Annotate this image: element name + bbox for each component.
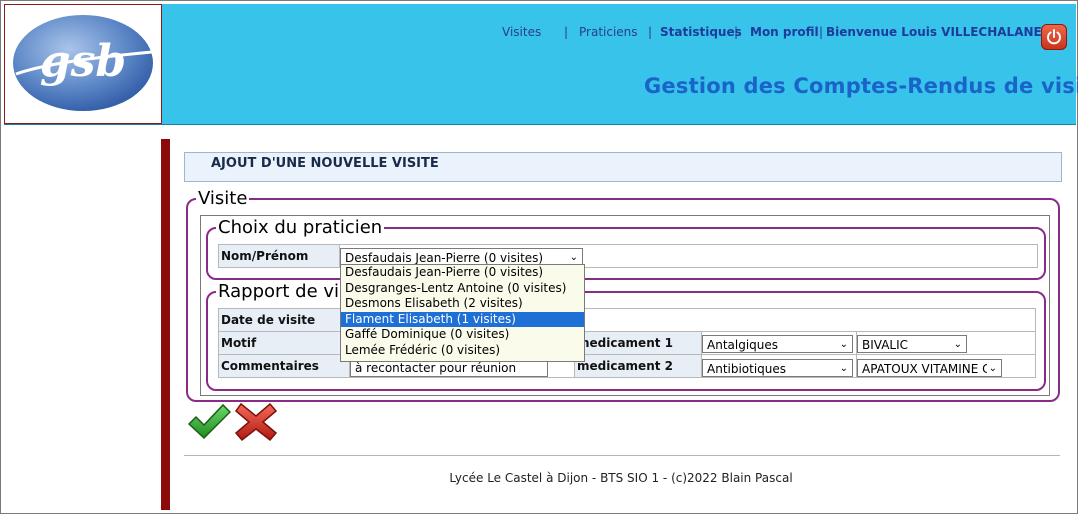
nav-separator: |	[564, 25, 569, 39]
nav-visites[interactable]: Visites	[502, 25, 541, 39]
chevron-down-icon: ⌄	[839, 363, 848, 374]
nav-mon-profil[interactable]: Mon profil	[750, 25, 819, 39]
med2-produit-value: APATOUX VITAMINE C	[862, 362, 991, 376]
praticien-option-highlighted[interactable]: Flament Elisabeth (1 visites)	[341, 311, 584, 328]
praticien-dropdown-list: Desfaudais Jean-Pierre (0 visites) Desgr…	[340, 264, 585, 362]
praticien-option[interactable]: Desgranges-Lentz Antoine (0 visites)	[341, 281, 584, 297]
praticien-option[interactable]: Lemée Frédéric (0 visites)	[341, 343, 584, 359]
left-accent-bar	[161, 139, 170, 510]
checkmark-icon[interactable]	[187, 402, 231, 442]
nav-separator: |	[648, 25, 653, 39]
praticien-option[interactable]: Gaffé Dominique (0 visites)	[341, 327, 584, 343]
med2-produit-select[interactable]: APATOUX VITAMINE C ⌄	[857, 359, 1002, 377]
nav-praticiens[interactable]: Praticiens	[579, 25, 638, 39]
divider	[184, 455, 1060, 456]
commentaires-value: à recontacter pour réunion	[355, 361, 517, 375]
visite-legend: Visite	[198, 188, 248, 209]
med2-famille-select[interactable]: Antibiotiques ⌄	[702, 359, 853, 377]
nav-separator: |	[734, 25, 739, 39]
praticien-select-value: Desfaudais Jean-Pierre (0 visites)	[345, 251, 544, 265]
gsb-logo-icon: gsb	[13, 15, 153, 111]
medicament2-label: medicament 2	[574, 354, 702, 378]
chevron-down-icon: ⌄	[839, 339, 848, 350]
logo[interactable]: gsb	[4, 4, 162, 124]
svg-text:gsb: gsb	[40, 36, 126, 87]
motif-label: Motif	[218, 331, 350, 355]
cross-icon[interactable]	[235, 402, 279, 442]
page-title-box: AJOUT D'UNE NOUVELLE VISITE	[184, 152, 1062, 182]
nav-separator: |	[819, 25, 824, 39]
logout-button[interactable]	[1041, 24, 1067, 50]
footer: Lycée Le Castel à Dijon - BTS SIO 1 - (c…	[449, 471, 793, 485]
med1-famille-select[interactable]: Antalgiques ⌄	[702, 335, 853, 353]
med2-famille-value: Antibiotiques	[707, 362, 787, 376]
welcome-text: Bienvenue Louis VILLECHALANE	[826, 25, 1042, 39]
nav-statistiques[interactable]: Statistiques	[660, 25, 742, 39]
page-title: AJOUT D'UNE NOUVELLE VISITE	[211, 156, 439, 171]
app-title: Gestion des Comptes-Rendus de visites	[644, 74, 1078, 98]
med1-produit-value: BIVALIC	[862, 338, 909, 352]
power-icon	[1047, 29, 1061, 45]
nom-prenom-label: Nom/Prénom	[218, 244, 340, 268]
date-visite-label: Date de visite	[218, 308, 350, 332]
med1-famille-value: Antalgiques	[707, 338, 779, 352]
praticien-option[interactable]: Desfaudais Jean-Pierre (0 visites)	[341, 265, 584, 281]
choix-praticien-legend: Choix du praticien	[218, 217, 383, 238]
chevron-down-icon: ⌄	[986, 360, 997, 376]
chevron-down-icon: ⌄	[953, 339, 962, 350]
commentaires-label: Commentaires	[218, 354, 350, 378]
praticien-option[interactable]: Desmons Elisabeth (2 visites)	[341, 296, 584, 312]
header: gsb Visites | Praticiens | Statistiques …	[4, 4, 1078, 125]
medicament1-label: medicament 1	[574, 331, 702, 355]
med1-produit-select[interactable]: BIVALIC ⌄	[857, 335, 967, 353]
